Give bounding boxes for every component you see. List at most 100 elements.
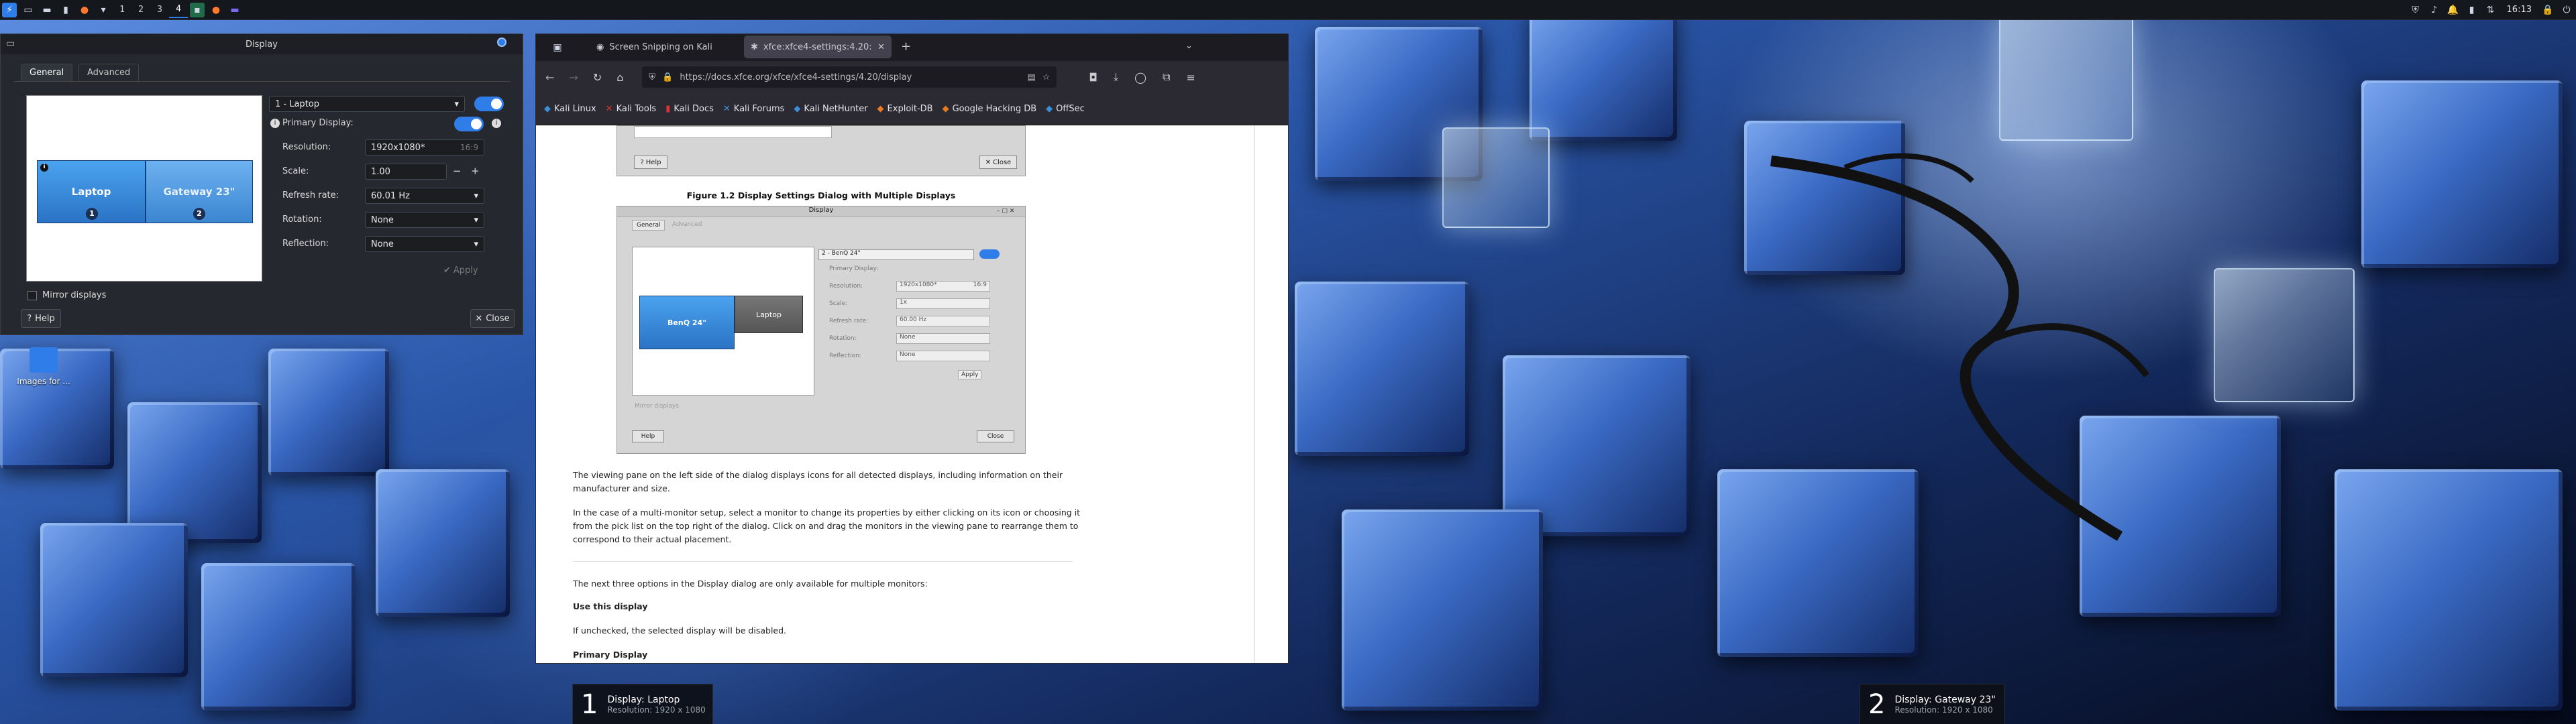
use-display-toggle[interactable] (474, 97, 504, 111)
shield-icon[interactable]: ⛨ (2408, 3, 2423, 17)
monitor-laptop[interactable]: i Laptop 1 (37, 160, 146, 223)
rotation-value: None (371, 215, 394, 225)
figure-close-button: Close (977, 430, 1014, 442)
monitor-gateway[interactable]: Gateway 23" 2 (146, 160, 253, 223)
bookmark-kali-docs[interactable]: ▮ Kali Docs (665, 104, 714, 114)
bookmark-exploit-db[interactable]: ◆ Exploit-DB (877, 104, 933, 114)
dropdown-icon[interactable]: ▾ (96, 3, 111, 17)
tab-divider (14, 81, 511, 82)
figure-reflection-label: Reflection: (829, 353, 861, 359)
home-icon[interactable]: ⌂ (616, 71, 623, 84)
tab-label: xfce:xfce4-settings:4.20: (763, 42, 872, 52)
terminal-icon[interactable]: ▮ (58, 3, 73, 17)
refresh-rate-select[interactable]: 60.01 Hz ▾ (365, 188, 484, 204)
display-select-value: 1 - Laptop (275, 99, 319, 109)
monitor-gateway-label: Gateway 23" (163, 186, 235, 198)
primary-display-toggle[interactable] (454, 117, 484, 131)
figure-help-button: ? Help (634, 156, 667, 169)
workspace-3[interactable]: 3 (150, 2, 169, 18)
close-window-icon[interactable] (497, 38, 506, 47)
help-icon: ? (640, 158, 644, 166)
scale-value: 1.00 (371, 166, 390, 177)
left-margin (536, 125, 573, 663)
bookmark-star-icon[interactable]: ☆ (1042, 72, 1051, 82)
forward-icon[interactable]: → (569, 71, 578, 84)
apply-button[interactable]: ✔ Apply (443, 265, 478, 276)
help-button[interactable]: ? Help (21, 309, 61, 328)
battery-icon[interactable]: ▮ (2465, 3, 2479, 17)
notification-icon[interactable]: 🔔 (2446, 3, 2461, 17)
primary-info-icon[interactable]: i (492, 119, 501, 128)
firefox-icon[interactable]: ● (77, 3, 92, 17)
pocket-icon[interactable]: ◘ (1089, 71, 1097, 84)
osd-display-2: 2 Display: Gateway 23" Resolution: 1920 … (1860, 684, 2004, 724)
tab-general[interactable]: General (21, 64, 73, 81)
file-manager-icon[interactable]: ▬ (40, 3, 54, 17)
resolution-label: Resolution: (282, 142, 331, 152)
figure-scale-select: 1x (896, 298, 990, 309)
new-tab-icon[interactable]: + (901, 40, 911, 54)
kali-menu-icon[interactable]: ⚡ (2, 2, 17, 17)
bookmark-offsec[interactable]: ◆ OffSec (1046, 104, 1085, 114)
paragraph-multi-monitor: In the case of a multi-monitor setup, se… (573, 507, 1081, 544)
mirror-displays-checkbox[interactable] (28, 291, 37, 300)
list-tabs-icon[interactable]: ⌄ (1185, 41, 1193, 51)
bookmark-kali-tools[interactable]: ✕ Kali Tools (606, 104, 657, 114)
workspace-2[interactable]: 2 (131, 2, 150, 18)
account-icon[interactable]: ◯ (1134, 71, 1146, 84)
primary-marker-icon: i (40, 164, 48, 172)
wallpaper-cube (376, 469, 510, 617)
desktop-icon-images[interactable]: Images for ... (13, 347, 74, 386)
tab-label: Screen Snipping on Kali (609, 42, 712, 52)
lock-icon[interactable]: 🔒 (2540, 3, 2555, 17)
firefox-window-icon[interactable]: ● (209, 3, 223, 17)
figure-scale-label: Scale: (829, 300, 848, 307)
network-icon[interactable]: ⇅ (2483, 3, 2498, 17)
section-divider (573, 561, 1073, 562)
apply-label: Apply (453, 265, 478, 276)
rotation-select[interactable]: None ▾ (365, 212, 484, 228)
power-icon[interactable]: ⏻ (2559, 3, 2574, 17)
dialog-titlebar[interactable]: ▭ Display (1, 34, 523, 54)
close-button[interactable]: ✕ Close (470, 309, 515, 328)
close-icon: ✕ (985, 158, 991, 166)
bookmark-google-hacking-db[interactable]: ◆ Google Hacking DB (943, 104, 1037, 114)
downloads-icon[interactable]: ⤓ (1114, 70, 1118, 84)
reflection-value: None (371, 239, 394, 249)
paragraph-three-options: The next three options in the Display di… (573, 579, 928, 589)
workspace-4[interactable]: 4 (169, 2, 188, 18)
bookmark-kali-nethunter[interactable]: ◆ Kali NetHunter (794, 104, 867, 114)
tab-overview-icon[interactable]: ▣ (550, 40, 565, 55)
scale-increase-button[interactable]: + (471, 165, 480, 177)
back-icon[interactable]: ← (545, 71, 554, 84)
bookmark-kali-forums[interactable]: ✕ Kali Forums (723, 104, 785, 114)
tab-advanced[interactable]: Advanced (78, 64, 140, 81)
wallpaper-glass-cube (1442, 127, 1550, 228)
bookmark-kali-linux[interactable]: ◆ Kali Linux (544, 104, 596, 114)
wallpaper-cube (1342, 509, 1543, 711)
figure-window-controls-icon: – □ ✕ (997, 208, 1015, 215)
reader-view-icon[interactable]: ▤ (1027, 72, 1035, 82)
clock[interactable]: 16:13 (2507, 5, 2532, 15)
settings-app-icon[interactable]: ▪ (190, 2, 205, 17)
figure-mirror-label: Mirror displays (635, 403, 680, 410)
tab-strip: ▣ ◉ Screen Snipping on Kali ✱ xfce:xfce4… (536, 34, 1288, 61)
url-bar[interactable]: ⛨ 🔒 https://docs.xfce.org/xfce/xfce4-set… (642, 66, 1057, 88)
reload-icon[interactable]: ↻ (593, 71, 602, 84)
audio-icon[interactable]: ♪ (2427, 3, 2442, 17)
reflection-select[interactable]: None ▾ (365, 236, 484, 252)
window-switcher-icon[interactable]: ▭ (21, 3, 36, 17)
monitor-viewing-pane[interactable]: i Laptop 1 Gateway 23" 2 (26, 95, 262, 282)
extensions-icon[interactable]: ⧉ (1163, 70, 1170, 84)
tab-xfce-settings[interactable]: ✱ xfce:xfce4-settings:4.20: ✕ (744, 36, 892, 58)
display-select[interactable]: 1 - Laptop ▾ (269, 96, 465, 112)
scale-decrease-button[interactable]: − (453, 165, 462, 177)
menu-icon[interactable]: ≡ (1186, 71, 1195, 84)
workspace-1[interactable]: 1 (113, 2, 131, 18)
tab-screen-snipping[interactable]: ◉ Screen Snipping on Kali (590, 36, 737, 58)
display-app-icon[interactable]: ▬ (227, 3, 242, 17)
primary-display-label: Primary Display: (282, 118, 354, 128)
scale-input[interactable]: 1.00 (365, 164, 447, 180)
close-tab-icon[interactable]: ✕ (877, 42, 885, 52)
resolution-select[interactable]: 1920x1080* 16:9 (365, 139, 484, 156)
